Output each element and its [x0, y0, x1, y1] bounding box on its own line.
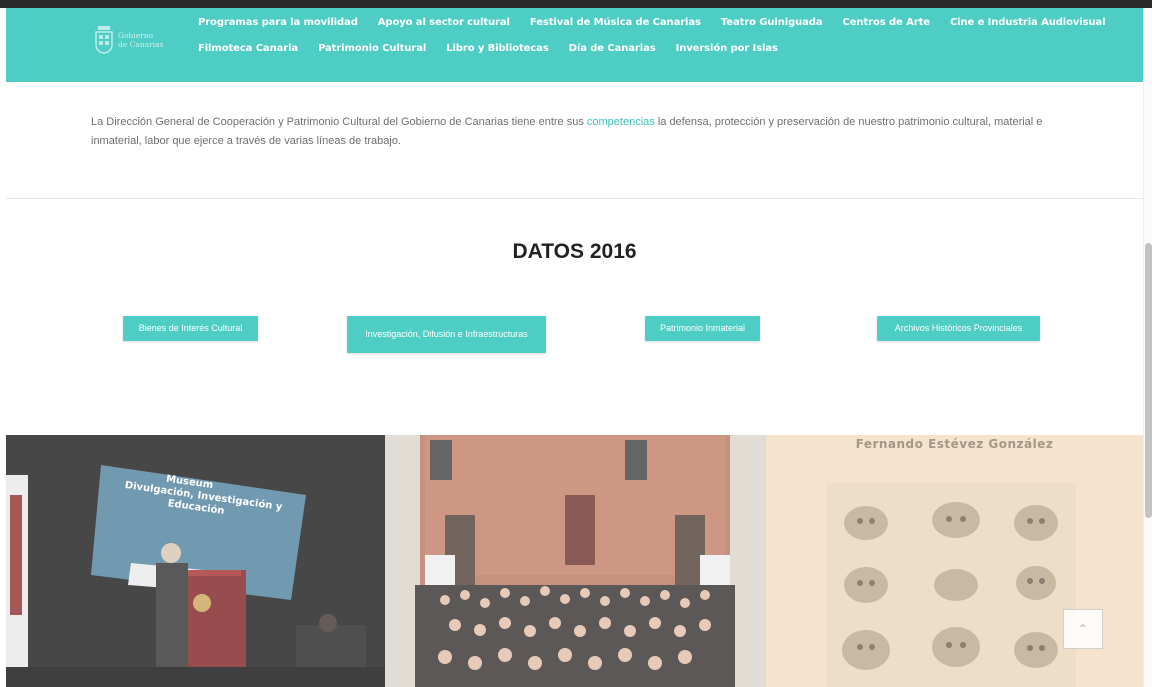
menu-item-apoyo-sector[interactable]: Apoyo al sector cultural [378, 17, 520, 28]
menu-item-filmoteca[interactable]: Filmoteca Canaria [198, 43, 308, 54]
archivos-historicos-button[interactable]: Archivos Históricos Provinciales [877, 316, 1040, 341]
canarias-crest-icon [94, 26, 114, 54]
menu-item-festival-musica[interactable]: Festival de Música de Canarias [530, 17, 711, 28]
section-title: DATOS 2016 [512, 240, 637, 263]
photo-gallery: Museum Divulgación, Investigación y Educ… [6, 435, 1143, 687]
main-navigation: Gobierno de Canarias Programas para la mo… [6, 8, 1143, 82]
gallery-photo-group-courtyard[interactable] [385, 435, 766, 687]
menu-item-inversion-islas[interactable]: Inversión por Islas [676, 43, 788, 54]
section-divider [6, 198, 1143, 199]
menu-item-dia-canarias[interactable]: Día de Canarias [569, 43, 666, 54]
logo-text: Gobierno de Canarias [118, 31, 164, 49]
intro-text-start: La Dirección General de Cooperación y Pa… [91, 116, 587, 128]
patrimonio-inmaterial-button[interactable]: Patrimonio Inmaterial [645, 316, 760, 341]
browser-top-edge [0, 0, 1152, 8]
bienes-interes-cultural-button[interactable]: Bienes de Interés Cultural [123, 316, 258, 341]
menu-item-teatro-guiniguada[interactable]: Teatro Guiniguada [721, 17, 833, 28]
gallery-book-cover-skulls[interactable]: Fernando Estévez González [766, 435, 1143, 687]
menu-row-2: Filmoteca Canaria Patrimonio Cultural Li… [198, 43, 798, 54]
page-scrollbar[interactable] [1143, 8, 1152, 687]
menu-item-patrimonio-cultural[interactable]: Patrimonio Cultural [318, 43, 436, 54]
competencias-link[interactable]: competencias [587, 116, 655, 128]
back-to-top-button[interactable]: ^ [1063, 609, 1103, 649]
site-logo[interactable]: Gobierno de Canarias [94, 26, 163, 54]
intro-paragraph: La Dirección General de Cooperación y Pa… [91, 113, 1071, 151]
menu-row-1: Programas para la movilidad Apoyo al sec… [198, 17, 1126, 28]
scrollbar-thumb[interactable] [1145, 243, 1152, 518]
book-author-title: Fernando Estévez González [855, 437, 1054, 451]
menu-item-cine-audiovisual[interactable]: Cine e Industria Audiovisual [950, 17, 1116, 28]
gallery-photo-museum-conference[interactable]: Museum Divulgación, Investigación y Educ… [6, 435, 385, 687]
menu-item-centros-arte[interactable]: Centros de Arte [843, 17, 940, 28]
investigacion-difusion-button[interactable]: Investigación, Difusión e Infraestructur… [347, 316, 546, 353]
menu-item-libro-bibliotecas[interactable]: Libro y Bibliotecas [446, 43, 558, 54]
chevron-up-icon: ^ [1079, 624, 1087, 634]
menu-item-movilidad[interactable]: Programas para la movilidad [198, 17, 368, 28]
